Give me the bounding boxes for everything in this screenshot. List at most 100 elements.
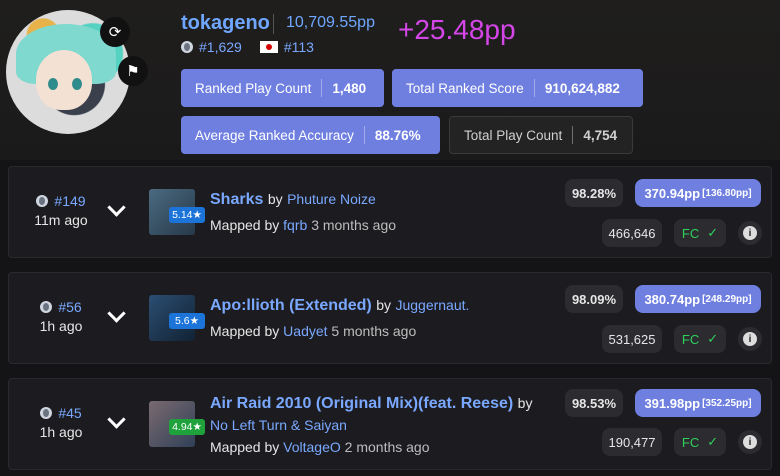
fc-label: FC bbox=[681, 331, 700, 347]
info-icon[interactable]: i bbox=[738, 430, 762, 454]
score-card: #56 1h ago 5.6★ Apo:llioth (Extended) by… bbox=[8, 272, 772, 364]
score-rank[interactable]: #56 bbox=[58, 299, 81, 315]
chevron-down-icon[interactable] bbox=[107, 411, 127, 431]
total-pp: 10,709.55pp bbox=[286, 14, 375, 31]
fc-label: FC bbox=[681, 434, 700, 450]
full-combo-pill: FC ✓ bbox=[674, 219, 726, 247]
full-combo-pill: FC ✓ bbox=[674, 325, 726, 353]
check-icon: ✓ bbox=[707, 225, 719, 240]
mapper-name[interactable]: VoltageO bbox=[283, 439, 341, 455]
beatmap-title-line: Sharks by Phuture Noize bbox=[210, 191, 376, 209]
pp-value: 380.74pp bbox=[644, 291, 701, 307]
score-pill: 466,646 bbox=[602, 219, 662, 247]
pp-value: 391.98pp bbox=[644, 395, 701, 411]
beatmap-title[interactable]: Sharks bbox=[210, 191, 263, 208]
stat-average-ranked-accuracy: Average Ranked Accuracy 88.76% bbox=[181, 116, 440, 154]
full-combo-pill: FC ✓ bbox=[674, 428, 726, 456]
score-pill: 531,625 bbox=[602, 325, 662, 353]
score-card: #149 11m ago 5.14★ Sharks by Phuture Noi… bbox=[8, 166, 772, 258]
chevron-down-icon[interactable] bbox=[107, 305, 127, 325]
mapper-line: Mapped by VoltageO 2 months ago bbox=[210, 439, 430, 455]
mapper-line: Mapped by fqrb 3 months ago bbox=[210, 217, 396, 233]
score-rank[interactable]: #45 bbox=[58, 405, 81, 421]
pp-value: 370.94pp bbox=[644, 185, 701, 201]
beatmap-artist-line: No Left Turn & Saiyan bbox=[210, 417, 347, 435]
accuracy-pill: 98.09% bbox=[565, 285, 623, 313]
score-card: #45 1h ago 4.94★ Air Raid 2010 (Original… bbox=[8, 378, 772, 470]
divider bbox=[273, 14, 274, 34]
pp-weighted: [136.80pp] bbox=[702, 187, 752, 199]
pp-weighted: [352.25pp] bbox=[702, 397, 752, 409]
beatmap-cover[interactable]: 4.94★ bbox=[149, 401, 205, 447]
avatar-eye bbox=[48, 78, 58, 90]
info-icon[interactable]: i bbox=[738, 221, 762, 245]
stat-value: 4,754 bbox=[583, 127, 618, 143]
accuracy-pill: 98.28% bbox=[565, 179, 623, 207]
mapped-by-label: Mapped by bbox=[210, 217, 280, 233]
globe-icon bbox=[181, 41, 193, 53]
info-icon[interactable]: i bbox=[738, 327, 762, 351]
score-rank-column: #56 1h ago bbox=[23, 299, 99, 334]
stat-label: Total Play Count bbox=[464, 127, 563, 143]
mapper-name[interactable]: fqrb bbox=[283, 217, 307, 233]
beatmap-title-line: Air Raid 2010 (Original Mix)(feat. Reese… bbox=[210, 395, 532, 413]
globe-icon bbox=[36, 195, 49, 207]
mapper-line: Mapped by Uadyet 5 months ago bbox=[210, 323, 416, 339]
globe-icon bbox=[40, 301, 53, 313]
stat-label: Ranked Play Count bbox=[195, 80, 312, 96]
mapped-time: 3 months ago bbox=[311, 217, 397, 233]
by-label: by bbox=[267, 191, 283, 207]
rank-line: #1,629 #113 bbox=[181, 39, 314, 55]
score-rank[interactable]: #149 bbox=[54, 193, 85, 209]
score-pill: 190,477 bbox=[602, 428, 662, 456]
score-time: 11m ago bbox=[34, 212, 88, 228]
globe-icon bbox=[40, 407, 53, 419]
pp-gain: +25.48pp bbox=[398, 14, 516, 45]
beatmap-title[interactable]: Air Raid 2010 (Original Mix)(feat. Reese… bbox=[210, 395, 513, 412]
mapped-by-label: Mapped by bbox=[210, 439, 280, 455]
check-icon: ✓ bbox=[707, 434, 719, 449]
profile-header: ⟳ ⚑ tokageno 10,709.55pp +25.48pp #1,629… bbox=[0, 0, 780, 160]
global-rank[interactable]: #1,629 bbox=[199, 39, 242, 55]
stat-value: 910,624,882 bbox=[544, 80, 620, 96]
score-time: 1h ago bbox=[39, 424, 83, 440]
by-label: by bbox=[517, 395, 533, 411]
stat-label: Average Ranked Accuracy bbox=[195, 127, 354, 143]
stat-value: 1,480 bbox=[332, 80, 367, 96]
star-rating-badge: 4.94★ bbox=[169, 419, 205, 435]
flag-icon[interactable]: ⚑ bbox=[118, 56, 148, 86]
star-rating-badge: 5.6★ bbox=[169, 313, 205, 329]
score-rank-column: #149 11m ago bbox=[23, 193, 99, 228]
beatmap-artist[interactable]: Phuture Noize bbox=[287, 191, 376, 207]
star-rating-badge: 5.14★ bbox=[169, 207, 205, 223]
stat-value: 88.76% bbox=[374, 127, 421, 143]
mapped-time: 5 months ago bbox=[331, 323, 417, 339]
stat-total-ranked-score: Total Ranked Score 910,624,882 bbox=[392, 69, 643, 107]
beatmap-artist[interactable]: No Left Turn & Saiyan bbox=[210, 417, 347, 433]
pp-pill: 391.98pp [352.25pp] bbox=[635, 389, 761, 417]
beatmap-cover[interactable]: 5.14★ bbox=[149, 189, 205, 235]
beatmap-artist[interactable]: Juggernaut. bbox=[395, 297, 469, 313]
pp-weighted: [248.29pp] bbox=[702, 293, 752, 305]
avatar-face bbox=[36, 50, 92, 110]
mapped-by-label: Mapped by bbox=[210, 323, 280, 339]
score-time: 1h ago bbox=[39, 318, 83, 334]
pp-pill: 380.74pp [248.29pp] bbox=[635, 285, 761, 313]
username[interactable]: tokageno bbox=[181, 12, 270, 35]
beatmap-title[interactable]: Apo:llioth (Extended) bbox=[210, 297, 372, 314]
fc-label: FC bbox=[681, 225, 700, 241]
stat-label: Total Ranked Score bbox=[406, 80, 524, 96]
stat-total-play-count: Total Play Count 4,754 bbox=[449, 116, 633, 154]
chevron-down-icon[interactable] bbox=[107, 199, 127, 219]
japan-flag-icon bbox=[259, 41, 278, 53]
pp-pill: 370.94pp [136.80pp] bbox=[635, 179, 761, 207]
mapped-time: 2 months ago bbox=[344, 439, 430, 455]
mapper-name[interactable]: Uadyet bbox=[283, 323, 327, 339]
beatmap-cover[interactable]: 5.6★ bbox=[149, 295, 205, 341]
accuracy-pill: 98.53% bbox=[565, 389, 623, 417]
country-rank[interactable]: #113 bbox=[284, 39, 314, 55]
check-icon: ✓ bbox=[707, 331, 719, 346]
refresh-icon[interactable]: ⟳ bbox=[100, 17, 130, 47]
stat-ranked-play-count: Ranked Play Count 1,480 bbox=[181, 69, 384, 107]
avatar-eye bbox=[72, 78, 82, 90]
